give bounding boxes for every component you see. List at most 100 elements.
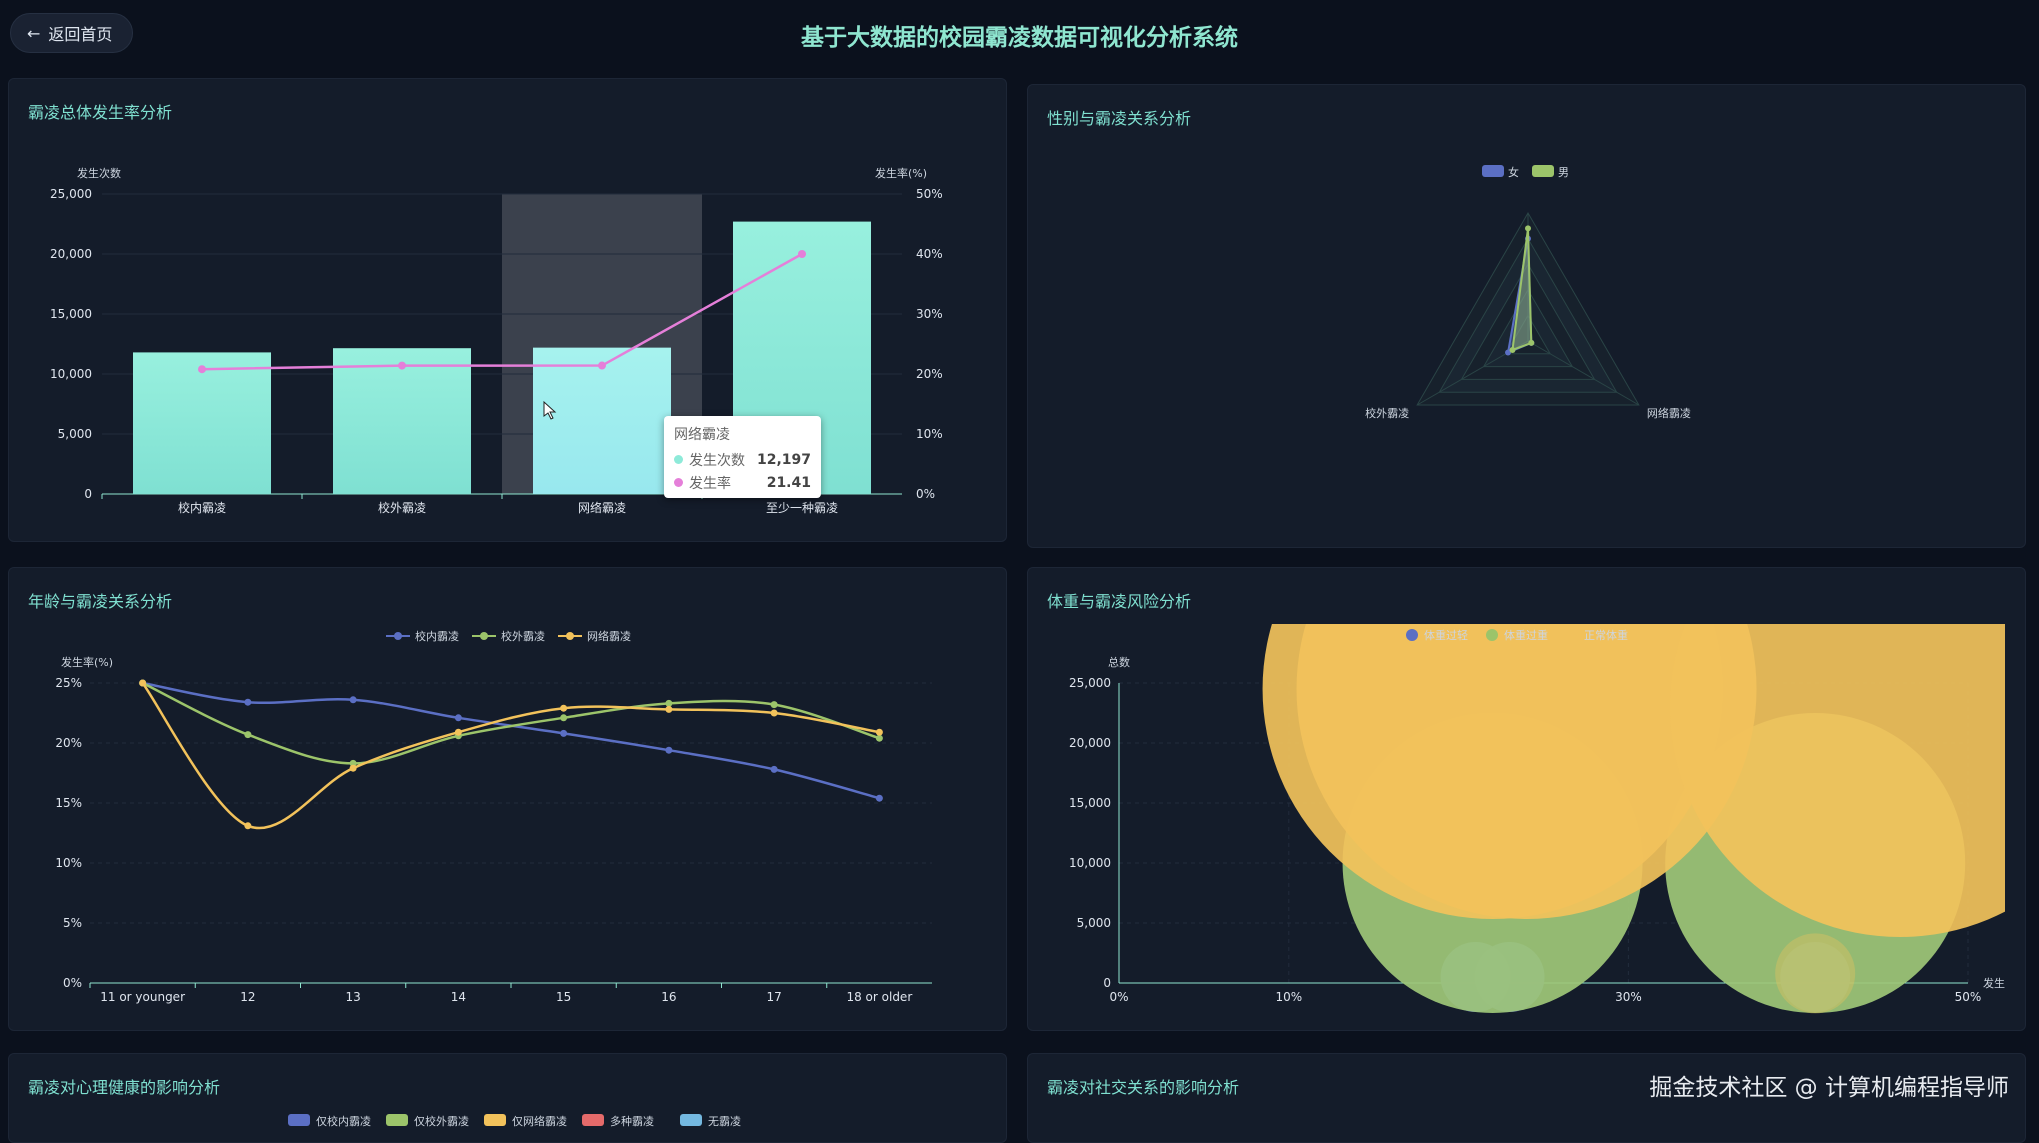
series-point [349, 764, 357, 772]
series-point [560, 729, 568, 737]
tooltip-dot [674, 455, 683, 464]
x-tick-label: 11 or younger [100, 990, 185, 1004]
radar-indicator-label: 网络霸凌 [1647, 406, 1691, 420]
legend-label: 正常体重 [1584, 628, 1628, 642]
y-tick-label: 10,000 [50, 367, 92, 381]
y-tick-label: 25,000 [50, 187, 92, 201]
x-tick-label: 12 [240, 990, 255, 1004]
y-axis-title: 总数 [1108, 655, 1130, 669]
page-title: 基于大数据的校园霸凌数据可视化分析系统 [801, 25, 1238, 51]
radar-indicator-label: 校外霸凌 [1365, 406, 1409, 420]
age-line-chart[interactable]: 校内霸凌 校外霸凌 网络霸凌发生率(%) 0% 5% 10% 15% 20% 25% 11 or … [9, 568, 1007, 1031]
overall-rate-chart[interactable]: 0 5,000 10,000 15,000 20,000 25,000 0% 10% 20% 30… [9, 79, 1007, 542]
tooltip-title: 网络霸凌 [674, 427, 730, 443]
legend-label: 体重过重 [1504, 628, 1548, 642]
y-tick-label: 5% [63, 916, 82, 930]
panel-mental: 霸凌对心理健康的影响分析 仅校内霸凌 仅校外霸凌 仅网络霸凌 多种霸凌 无霸凌 [8, 1053, 1007, 1143]
bubble [1775, 933, 1856, 1014]
rate-point [598, 361, 606, 370]
series-point [875, 734, 883, 742]
y-right-axis-title: 发生率(%) [875, 166, 927, 180]
series-point [665, 746, 673, 754]
y-tick-label: 20,000 [50, 247, 92, 261]
legend-label: 体重过轻 [1424, 628, 1468, 642]
radar-point [1525, 225, 1531, 232]
y-axis-title: 发生次数 [77, 166, 121, 180]
series-line [142, 681, 880, 765]
bar [333, 348, 471, 494]
legend-label: 仅校外霸凌 [414, 1114, 469, 1128]
tooltip-row: 发生率 21.41 [674, 471, 811, 494]
legend-label: 校内霸凌 [415, 629, 459, 643]
legend-swatch [680, 1114, 702, 1126]
legend-label: 多种霸凌 [610, 1114, 654, 1128]
legend-label: 无霸凌 [708, 1114, 741, 1128]
rate-point [398, 361, 406, 370]
y-tick-label: 20,000 [1069, 736, 1111, 750]
tooltip-dot [674, 478, 683, 487]
x-tick-label: 14 [451, 990, 466, 1004]
bar [533, 347, 671, 494]
chart-tooltip: 网络霸凌 发生次数 12,197 发生率 21.41 [664, 416, 821, 498]
mental-health-chart[interactable]: 仅校内霸凌 仅校外霸凌 仅网络霸凌 多种霸凌 无霸凌 [9, 1054, 1007, 1143]
x-tick-label: 校外霸凌 [378, 500, 426, 515]
tooltip-row: 发生次数 12,197 [674, 448, 811, 471]
y-tick-label: 15,000 [1069, 796, 1111, 810]
legend-marker [566, 632, 574, 640]
y-tick-label: 15% [55, 796, 82, 810]
legend-swatch [288, 1114, 310, 1126]
x-tick-label: 10% [1275, 990, 1302, 1004]
y-tick-label: 0 [84, 487, 92, 501]
y-tick-label: 5,000 [58, 427, 92, 441]
y-axis-title: 发生率(%) [61, 655, 113, 669]
series-point [770, 701, 778, 709]
rate-point [798, 250, 806, 258]
y-right-tick-label: 30% [916, 307, 943, 321]
series-point [454, 728, 462, 736]
panel-weight: 体重与霸凌风险分析 0 5,000 10,000 15,000 20,000 25,000… [1027, 567, 2026, 1031]
legend-swatch [1532, 165, 1554, 177]
x-tick-label: 17 [766, 990, 781, 1004]
x-tick-label: 18 or older [846, 990, 912, 1004]
series-point [244, 822, 252, 830]
series-point [770, 765, 778, 773]
legend-label: 女 [1508, 165, 1519, 179]
y-tick-label: 15,000 [50, 307, 92, 321]
y-right-tick-label: 50% [916, 187, 943, 201]
radar-point [1509, 346, 1516, 353]
legend-label: 男 [1558, 166, 1569, 179]
legend-swatch [386, 1114, 408, 1126]
y-tick-label: 0 [1103, 976, 1111, 990]
y-right-tick-label: 10% [916, 427, 943, 441]
x-tick-label: 网络霸凌 [578, 500, 626, 515]
legend-label: 仅校内霸凌 [316, 1114, 371, 1128]
x-tick-label: 校内霸凌 [178, 500, 226, 515]
tooltip-label: 发生率 [689, 475, 731, 492]
series-point [139, 679, 147, 687]
legend-marker [1486, 629, 1498, 641]
series-point [244, 698, 252, 706]
weight-bubble-chart[interactable]: 0 5,000 10,000 15,000 20,000 25,000 0% 10% 30% 50… [1028, 568, 2026, 1031]
series-point [875, 728, 883, 736]
panel-overall-rate: 霸凌总体发生率分析 0 5,000 10,000 15,000 20,000 25,000… [8, 78, 1007, 542]
series-point [875, 794, 883, 802]
y-tick-label: 25,000 [1069, 676, 1111, 690]
series-point [560, 704, 568, 712]
series-point [770, 709, 778, 717]
y-right-tick-label: 0% [916, 487, 935, 501]
legend-swatch [582, 1114, 604, 1126]
x-tick-label: 30% [1615, 990, 1642, 1004]
y-tick-label: 5,000 [1077, 916, 1111, 930]
legend-label: 网络霸凌 [587, 629, 631, 643]
x-tick-label: 至少一种霸凌 [766, 501, 838, 515]
legend-marker [480, 632, 488, 640]
tooltip-value: 12,197 [756, 451, 811, 468]
x-tick-label: 50% [1955, 990, 1982, 1004]
series-point [665, 705, 673, 713]
x-axis-title: 发生 [1983, 976, 2005, 990]
legend-label: 校外霸凌 [501, 629, 545, 643]
bubble-layer [1262, 624, 2005, 1014]
y-tick-label: 0% [63, 976, 82, 990]
y-right-tick-label: 20% [916, 367, 943, 381]
gender-radar-chart[interactable]: 女 男校外霸凌 网络霸凌 [1028, 85, 2026, 548]
